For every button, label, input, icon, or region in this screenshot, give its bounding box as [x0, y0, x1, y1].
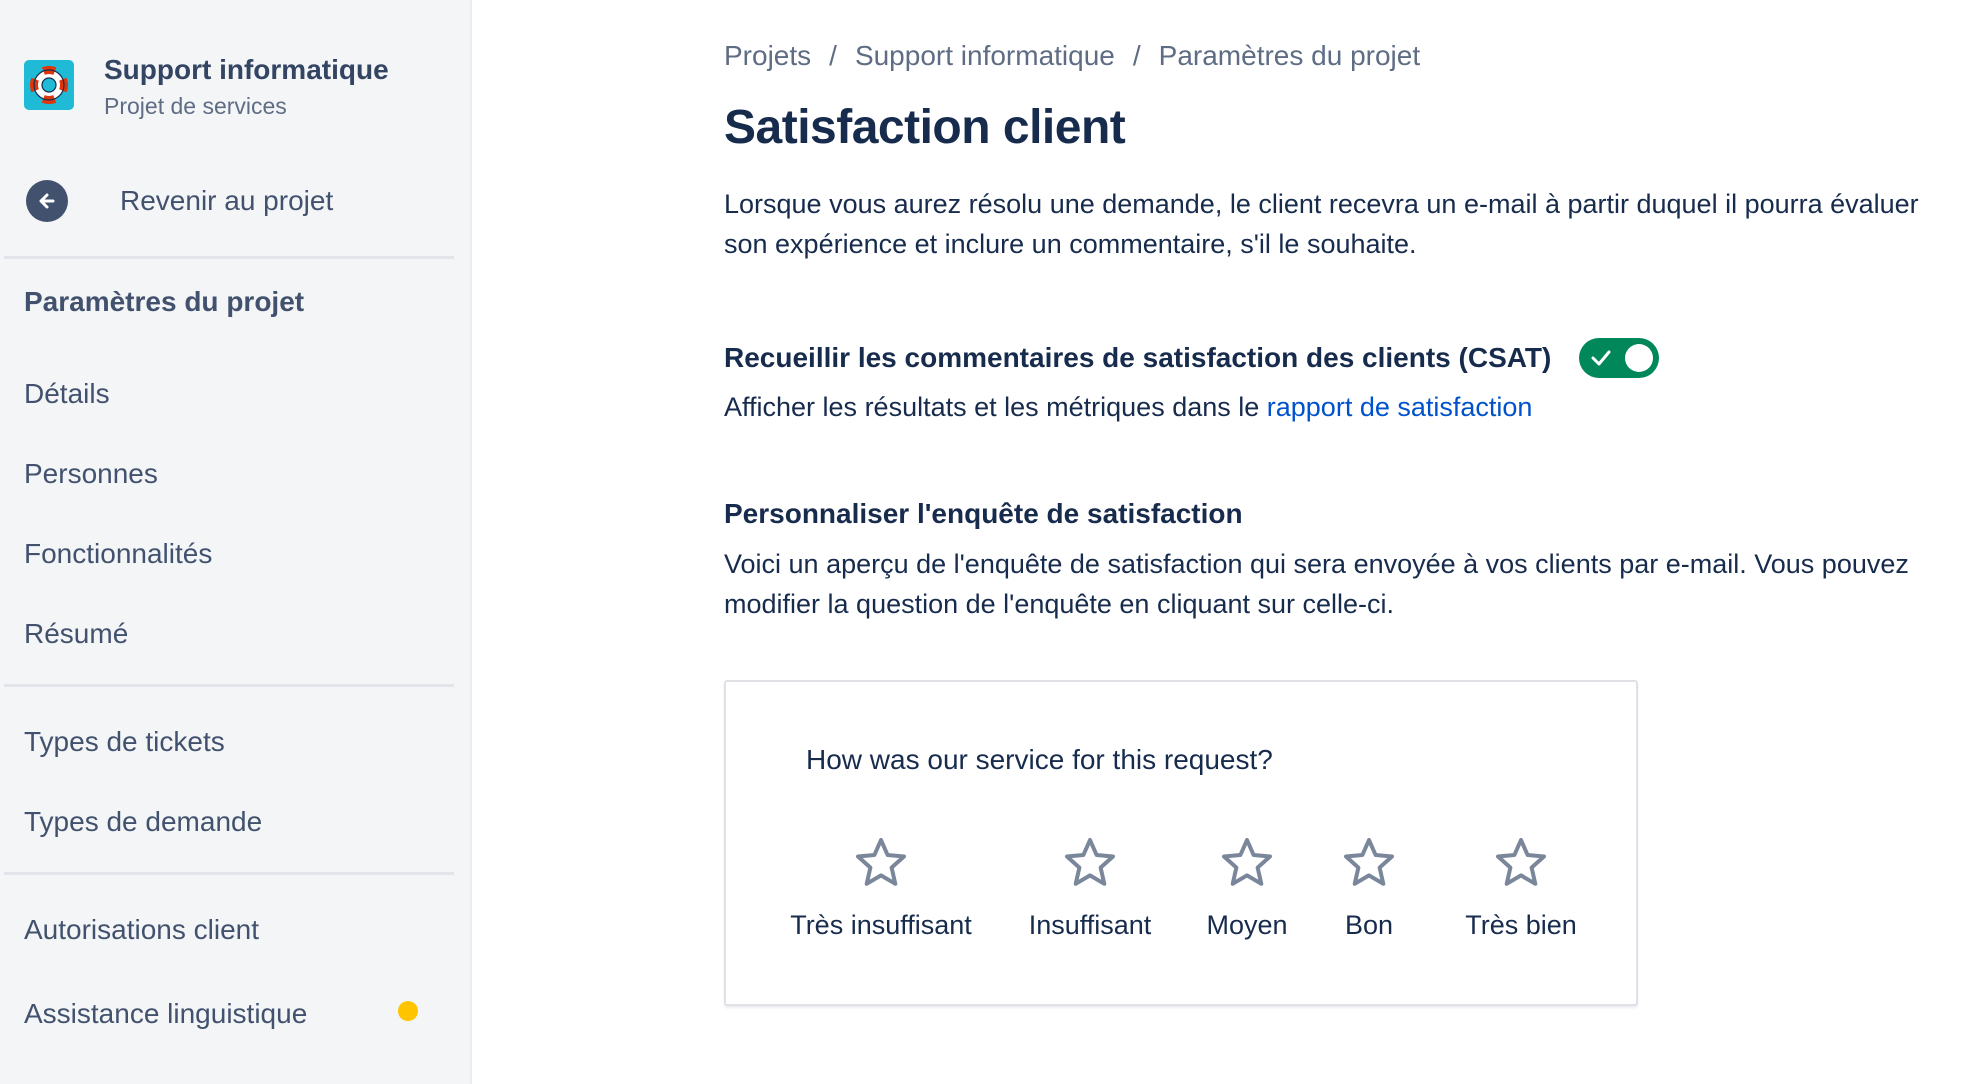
breadcrumb-project[interactable]: Support informatique	[855, 40, 1115, 72]
satisfaction-report-link[interactable]: rapport de satisfaction	[1267, 392, 1533, 422]
toggle-knob	[1625, 344, 1654, 372]
sidebar-divider	[4, 872, 454, 875]
sidebar: Support informatique Projet de services …	[0, 0, 472, 1084]
rating-label: Moyen	[1206, 910, 1288, 940]
star-outline-icon	[856, 838, 906, 886]
csat-setting: Recueillir les commentaires de satisfact…	[724, 338, 1660, 378]
sidebar-item-details[interactable]: Détails	[24, 378, 110, 410]
csat-toggle[interactable]	[1579, 338, 1660, 378]
app: Support informatique Projet de services …	[0, 0, 1972, 1084]
rating-label: Bon	[1344, 910, 1394, 940]
metrics-text: Afficher les résultats et les métriques …	[724, 392, 1267, 422]
sidebar-divider	[4, 256, 454, 259]
sidebar-item-people[interactable]: Personnes	[24, 458, 158, 490]
rating-option[interactable]: Très insuffisant	[781, 836, 981, 941]
sidebar-item-language-support[interactable]: Assistance linguistique	[24, 998, 307, 1030]
page-description: Lorsque vous aurez résolu une demande, l…	[724, 189, 1919, 259]
arrow-left-icon	[26, 180, 68, 222]
metrics-line: Afficher les résultats et les métriques …	[724, 392, 1532, 423]
breadcrumb: Projets / Support informatique / Paramètres …	[724, 40, 1420, 72]
star-outline-icon	[1496, 838, 1546, 886]
star-outline-icon	[1344, 838, 1394, 886]
rating-option[interactable]: Bon	[1324, 836, 1414, 941]
sidebar-item-request-types[interactable]: Types de demande	[24, 806, 262, 838]
star-outline-icon	[1065, 838, 1115, 886]
check-icon	[1591, 350, 1611, 366]
customize-survey-title: Personnaliser l'enquête de satisfaction	[724, 498, 1243, 529]
page-title: Satisfaction client	[724, 101, 1126, 154]
notification-dot	[398, 1001, 418, 1021]
customize-survey-description: Voici un aperçu de l'enquête de satisfac…	[724, 549, 1909, 619]
breadcrumb-project-settings[interactable]: Paramètres du projet	[1159, 40, 1420, 72]
lifebuoy-icon	[24, 60, 74, 110]
csat-label: Recueillir les commentaires de satisfact…	[724, 342, 1552, 373]
breadcrumb-projects[interactable]: Projets	[724, 40, 811, 72]
sidebar-item-features[interactable]: Fonctionnalités	[24, 538, 212, 570]
rating-option[interactable]: Très bien	[1446, 836, 1596, 941]
breadcrumb-separator: /	[829, 40, 837, 71]
star-outline-icon	[1222, 838, 1272, 886]
project-name: Support informatique	[104, 54, 389, 85]
project-header: Support informatique Projet de services	[24, 52, 389, 122]
rating-label: Insuffisant	[1028, 910, 1152, 940]
sidebar-divider	[4, 684, 454, 687]
project-type: Projet de services	[104, 93, 287, 119]
rating-label: Très bien	[1465, 910, 1577, 940]
rating-label: Très insuffisant	[790, 910, 972, 940]
survey-question[interactable]: How was our service for this request?	[806, 744, 1273, 776]
sidebar-item-summary[interactable]: Résumé	[24, 618, 128, 650]
sidebar-item-customer-permissions[interactable]: Autorisations client	[24, 914, 259, 946]
survey-preview-card: How was our service for this request? Tr…	[724, 680, 1638, 1006]
sidebar-item-ticket-types[interactable]: Types de tickets	[24, 726, 225, 758]
sidebar-section-title: Paramètres du projet	[24, 286, 305, 317]
breadcrumb-separator: /	[1132, 40, 1141, 71]
rating-option[interactable]: Insuffisant	[1018, 836, 1162, 941]
back-label: Revenir au projet	[120, 185, 334, 216]
rating-option[interactable]: Moyen	[1192, 836, 1302, 941]
back-to-project-link[interactable]: Revenir au projet	[26, 180, 333, 222]
